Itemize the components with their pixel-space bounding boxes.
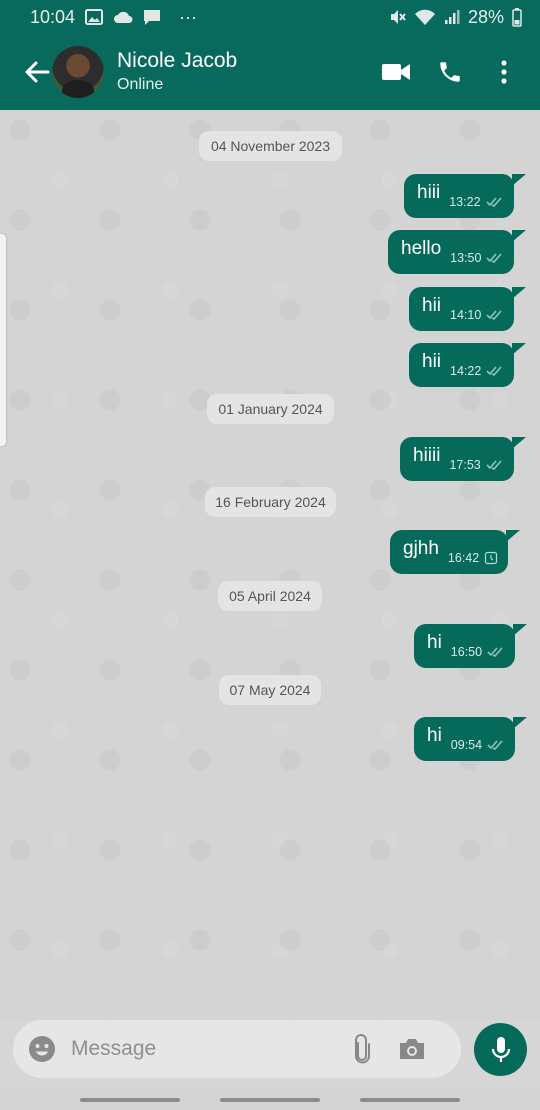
status-left: 10:04 ···	[30, 7, 197, 28]
camera-icon	[400, 1039, 424, 1059]
message-meta: 17:53	[449, 458, 503, 472]
phone-icon	[440, 62, 460, 82]
message-time: 16:50	[450, 645, 483, 659]
message-time: 14:22	[450, 364, 482, 378]
message-text: hii	[422, 295, 442, 316]
double-tick-icon	[486, 365, 504, 377]
message-text: hii	[422, 351, 442, 372]
message-text: hiiii	[413, 445, 441, 466]
emoji-button[interactable]	[27, 1034, 57, 1064]
more-options-button[interactable]	[484, 52, 524, 92]
date-separator: 04 November 2023	[199, 131, 342, 161]
message-composer	[13, 1020, 461, 1078]
pending-clock-icon	[484, 551, 498, 565]
contact-status: Online	[117, 76, 164, 93]
outgoing-message[interactable]: hi 09:54	[414, 717, 528, 761]
message-meta: 09:54	[451, 738, 505, 752]
message-meta: 13:50	[450, 251, 504, 265]
outgoing-message[interactable]: hii 14:10	[409, 287, 527, 331]
image-notification-icon	[85, 9, 104, 25]
double-tick-icon	[486, 309, 504, 321]
message-time: 13:22	[449, 195, 481, 209]
double-tick-icon	[485, 196, 504, 208]
outgoing-message[interactable]: gjhh 16:42	[390, 530, 521, 574]
camera-button[interactable]	[395, 1032, 429, 1066]
contact-avatar[interactable]	[52, 46, 104, 98]
message-notification-icon	[143, 9, 161, 26]
contact-info[interactable]: Nicole Jacob Online	[117, 48, 237, 96]
message-text: gjhh	[403, 538, 439, 559]
more-vertical-icon	[501, 60, 507, 84]
message-meta: 16:50	[451, 645, 505, 659]
contact-name: Nicole Jacob	[117, 49, 238, 72]
status-right: 28%	[388, 7, 522, 28]
outgoing-message[interactable]: hello 13:50	[388, 230, 527, 274]
microphone-icon	[491, 1036, 510, 1062]
message-time: 13:50	[450, 251, 482, 265]
edge-panel-handle[interactable]	[0, 234, 6, 446]
message-text: hiii	[417, 182, 441, 203]
outgoing-message[interactable]: hiiii 17:53	[400, 437, 526, 481]
message-time: 09:54	[450, 738, 483, 752]
voice-call-button[interactable]	[430, 52, 470, 92]
message-time: 14:10	[450, 308, 482, 322]
chat-area[interactable]: 04 November 2023 hiii 13:22 hello 13:50 …	[0, 110, 540, 1020]
message-meta: 14:10	[450, 308, 504, 322]
nav-recents-button[interactable]	[80, 1098, 180, 1102]
double-tick-icon	[487, 739, 505, 751]
emoji-icon	[29, 1036, 55, 1062]
double-tick-icon	[486, 252, 504, 264]
battery-percentage: 28%	[467, 6, 504, 27]
battery-icon	[512, 7, 522, 27]
system-navigation-bar	[0, 1090, 540, 1110]
nav-home-button[interactable]	[220, 1098, 320, 1102]
video-call-button[interactable]	[376, 52, 416, 92]
message-time: 16:42	[447, 551, 480, 565]
outgoing-message[interactable]: hii 14:22	[409, 343, 527, 387]
voice-record-button[interactable]	[474, 1023, 527, 1076]
message-input[interactable]	[71, 1029, 341, 1069]
outgoing-message[interactable]: hiii 13:22	[404, 174, 525, 218]
mute-icon	[388, 8, 406, 26]
status-more-notifications: ···	[179, 6, 198, 27]
signal-icon	[444, 9, 460, 25]
status-bar: 10:04 ··· 28%	[0, 0, 540, 34]
double-tick-icon	[487, 646, 505, 658]
header-actions	[376, 52, 524, 92]
cloud-notification-icon	[113, 10, 133, 24]
message-text: hello	[401, 238, 442, 259]
video-camera-icon	[382, 64, 410, 80]
date-separator: 01 January 2024	[207, 394, 334, 424]
wifi-icon	[414, 9, 436, 26]
date-separator: 07 May 2024	[219, 675, 321, 705]
back-arrow-icon	[25, 61, 50, 83]
message-text: hi	[427, 632, 442, 653]
attach-button[interactable]	[347, 1032, 377, 1066]
message-meta: 14:22	[450, 364, 504, 378]
message-meta: 13:22	[449, 195, 503, 209]
message-meta: 16:42	[448, 551, 498, 565]
date-separator: 05 April 2024	[218, 581, 322, 611]
outgoing-message[interactable]: hi 16:50	[414, 624, 528, 668]
message-time: 17:53	[449, 458, 481, 472]
nav-back-button[interactable]	[360, 1098, 460, 1102]
status-time: 10:04	[30, 6, 76, 27]
date-separator: 16 February 2024	[205, 487, 336, 517]
message-text: hi	[427, 725, 442, 746]
double-tick-icon	[486, 459, 504, 471]
chat-header: Nicole Jacob Online	[0, 34, 540, 110]
paperclip-icon	[355, 1034, 370, 1064]
